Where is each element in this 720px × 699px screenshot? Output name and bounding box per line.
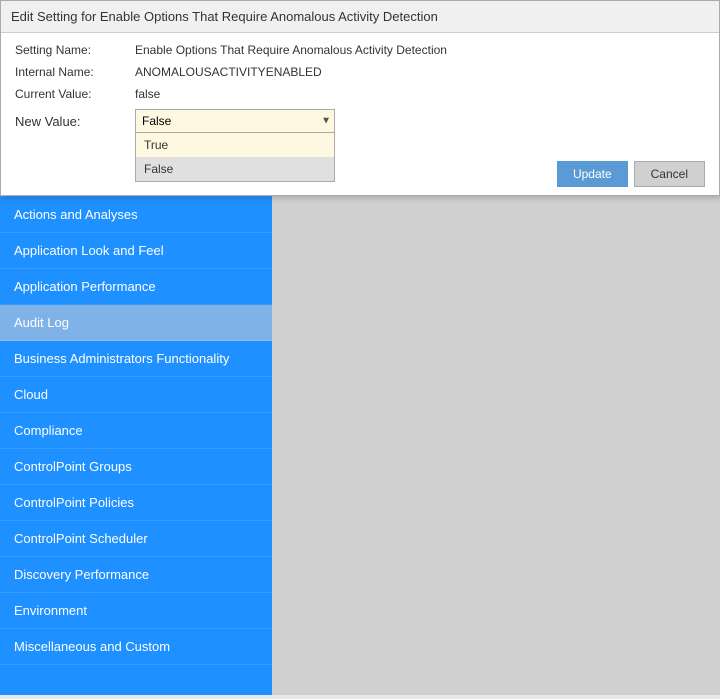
sidebar-item-cp-policies[interactable]: ControlPoint Policies [0,485,272,521]
sidebar-item-business-admin[interactable]: Business Administrators Functionality [0,341,272,377]
new-value-dropdown-container[interactable]: False True ▼ True False [272,130,335,133]
sidebar: Select a Category to filter by: Show All… [0,130,272,695]
content-background [272,171,720,695]
dialog-button-row: Update Cancel [272,153,719,195]
dropdown-true-option[interactable]: True [272,133,334,157]
sidebar-item-audit-log[interactable]: Audit Log [0,305,272,341]
sidebar-item-cp-groups[interactable]: ControlPoint Groups [0,449,272,485]
sidebar-item-actions[interactable]: Actions and Analyses [0,197,272,233]
sidebar-item-cp-scheduler[interactable]: ControlPoint Scheduler [0,521,272,557]
dropdown-false-option[interactable]: False [272,157,334,181]
sidebar-item-compliance[interactable]: Compliance [0,413,272,449]
sidebar-item-cloud[interactable]: Cloud [0,377,272,413]
cancel-button[interactable]: Cancel [634,161,705,187]
sidebar-item-misc[interactable]: Miscellaneous and Custom [0,629,272,665]
sidebar-item-app-performance[interactable]: Application Performance [0,269,272,305]
main-layout: Select a Category to filter by: Show All… [0,130,720,695]
sidebar-item-look-feel[interactable]: Application Look and Feel [0,233,272,269]
edit-dialog: Edit Setting for Enable Options That Req… [272,130,720,196]
sidebar-item-environment[interactable]: Environment [0,593,272,629]
content-area: Snow Orly Snow Internal Setting Name Val… [272,130,720,695]
update-button[interactable]: Update [557,161,628,187]
dropdown-open-list[interactable]: True False [272,133,335,182]
dialog-body: Setting Name: Enable Options That Requir… [272,130,719,153]
dialog-new-value-row: New Value: False True ▼ True [272,130,705,133]
sidebar-item-discovery-performance[interactable]: Discovery Performance [0,557,272,593]
